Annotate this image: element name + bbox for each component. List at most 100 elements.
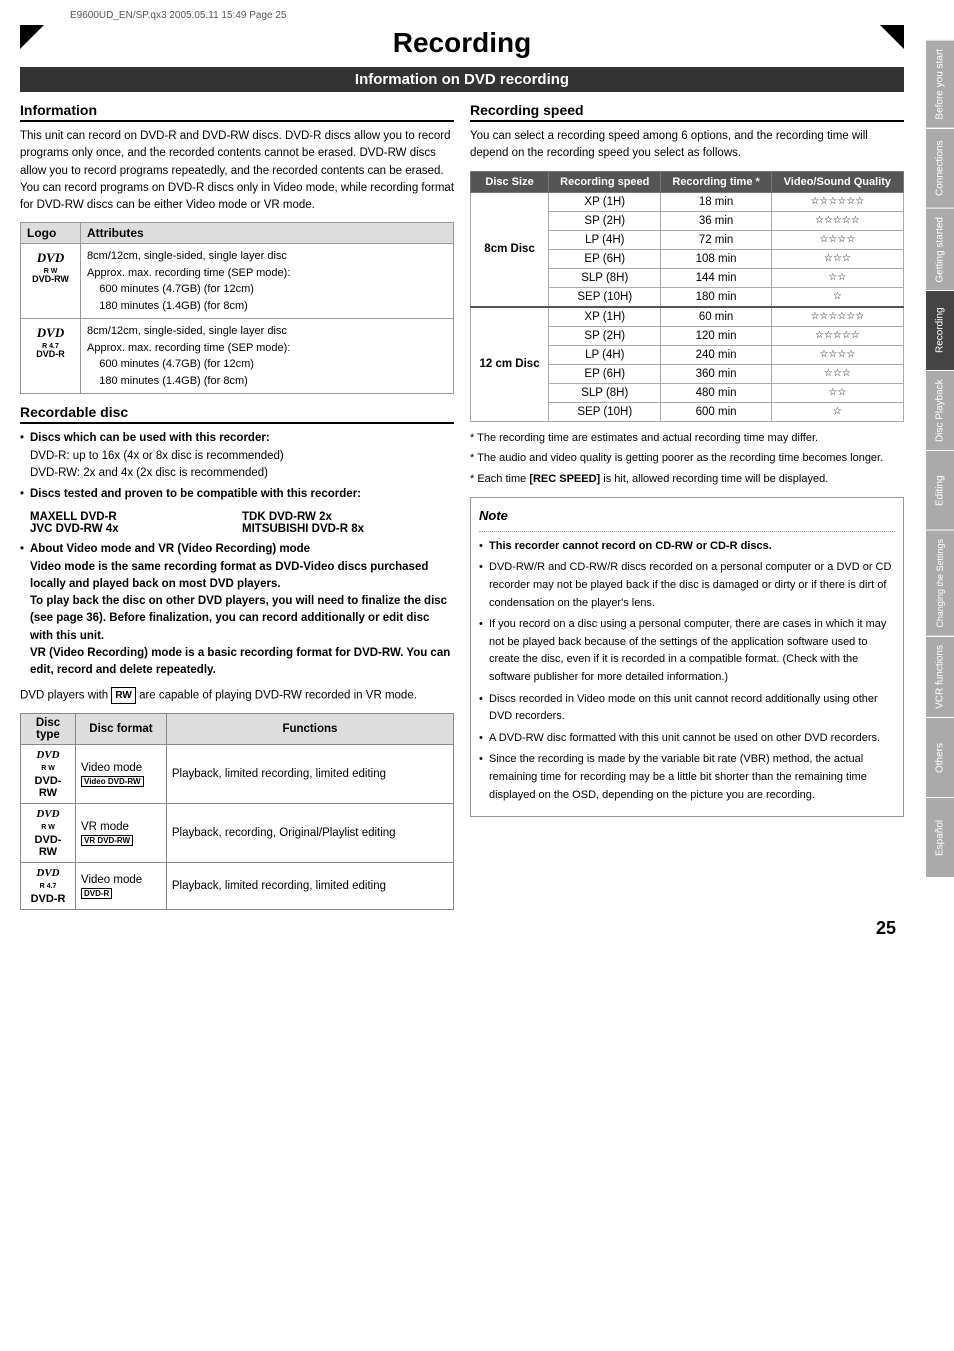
sidebar-tab-changing-settings[interactable]: Changing the Settings — [926, 530, 954, 636]
disc-row-logo-dvdr: DVD R 4.7 DVD-R — [21, 863, 76, 910]
time-lp-12cm: 240 min — [661, 345, 771, 364]
information-body: This unit can record on DVD-R and DVD-RW… — [20, 128, 454, 214]
sidebar-tab-recording[interactable]: Recording — [926, 290, 954, 370]
brand-item: TDK DVD-RW 2x — [242, 511, 454, 523]
speed-table-header-speed: Recording speed — [549, 171, 661, 192]
recording-speed-intro: You can select a recording speed among 6… — [470, 128, 904, 163]
list-item: Discs tested and proven to be compatible… — [20, 486, 454, 503]
video-dvdr-badge: DVD-R — [81, 888, 112, 899]
quality-lp-8cm: ☆☆☆☆ — [771, 230, 903, 249]
speed-table-header-size: Disc Size — [471, 171, 549, 192]
quality-ep-12cm: ☆☆☆ — [771, 364, 903, 383]
dvdr-logo-cell: DVD R 4.7 DVD-R — [21, 319, 81, 394]
note-list: This recorder cannot record on CD-RW or … — [479, 538, 895, 804]
dvdrw-logo-cell: DVD R W DVD-RW — [21, 244, 81, 319]
dvdr-logo: DVD R 4.7 DVD-R — [36, 323, 65, 361]
sidebar-tab-vcr-functions[interactable]: VCR functions — [926, 636, 954, 717]
rw-badge: RW — [111, 687, 135, 704]
note-item: If you record on a disc using a personal… — [479, 616, 895, 686]
logo-table: Logo Attributes DVD R W DVD-RW — [20, 222, 454, 394]
speed-sp-12cm: SP (2H) — [549, 326, 661, 345]
sidebar-tab-disc-playback[interactable]: Disc Playback — [926, 370, 954, 450]
note-item: This recorder cannot record on CD-RW or … — [479, 538, 895, 556]
quality-xp-12cm: ☆☆☆☆☆☆ — [771, 307, 903, 327]
speed-table-header-quality: Video/Sound Quality — [771, 171, 903, 192]
quality-sp-12cm: ☆☆☆☆☆ — [771, 326, 903, 345]
disc-table-header-functions: Functions — [166, 714, 453, 745]
footnote-2: * The audio and video quality is getting… — [470, 450, 904, 467]
disc-type-table: Disc type Disc format Functions DVD R W — [20, 713, 454, 910]
time-lp-8cm: 72 min — [661, 230, 771, 249]
time-sp-12cm: 120 min — [661, 326, 771, 345]
disc-row-format-video: Video mode Video DVD-RW — [76, 745, 167, 804]
left-column: Information This unit can record on DVD-… — [20, 102, 454, 910]
sidebar-tab-connections[interactable]: Connections — [926, 128, 954, 208]
page-number: 25 — [20, 918, 896, 939]
video-dvdrw-badge: Video DVD-RW — [81, 776, 144, 787]
time-ep-8cm: 108 min — [661, 249, 771, 268]
sidebar-tab-others[interactable]: Others — [926, 717, 954, 797]
speed-sep-12cm: SEP (10H) — [549, 402, 661, 421]
list-item: Discs which can be used with this record… — [20, 430, 454, 482]
disc-row-format-vr: VR mode VR DVD-RW — [76, 804, 167, 863]
sidebar-tab-editing[interactable]: Editing — [926, 450, 954, 530]
note-item: Discs recorded in Video mode on this uni… — [479, 691, 895, 726]
speed-xp-12cm: XP (1H) — [549, 307, 661, 327]
speed-ep-8cm: EP (6H) — [549, 249, 661, 268]
logo-table-header-logo: Logo — [21, 223, 81, 244]
disc-row-logo-dvdrw1: DVD R W DVD-RW — [21, 745, 76, 804]
time-slp-8cm: 144 min — [661, 268, 771, 287]
brand-item: MAXELL DVD-R — [30, 511, 242, 523]
quality-ep-8cm: ☆☆☆ — [771, 249, 903, 268]
recordable-disc-list: Discs which can be used with this record… — [20, 430, 454, 503]
speed-xp-8cm: XP (1H) — [549, 192, 661, 211]
disc-row-logo-dvdrw2: DVD R W DVD-RW — [21, 804, 76, 863]
rw-capable-text: DVD players with RW are capable of playi… — [20, 687, 454, 705]
note-box: Note This recorder cannot record on CD-R… — [470, 497, 904, 817]
section-header: Information on DVD recording — [20, 67, 904, 92]
speed-ep-12cm: EP (6H) — [549, 364, 661, 383]
quality-slp-8cm: ☆☆ — [771, 268, 903, 287]
disc-row-functions-1: Playback, limited recording, limited edi… — [166, 745, 453, 804]
dvdr-attrs: 8cm/12cm, single-sided, single layer dis… — [81, 319, 454, 394]
time-ep-12cm: 360 min — [661, 364, 771, 383]
table-row: DVD R W DVD-RW Video mode Video DVD-RW P… — [21, 745, 454, 804]
speed-table: Disc Size Recording speed Recording time… — [470, 171, 904, 422]
recordable-disc-title: Recordable disc — [20, 404, 454, 424]
disc-table-header-type: Disc type — [21, 714, 76, 745]
time-xp-12cm: 60 min — [661, 307, 771, 327]
page-title: Recording — [393, 27, 531, 58]
sidebar-tab-before-you-start[interactable]: Before you start — [926, 40, 954, 128]
time-sep-12cm: 600 min — [661, 402, 771, 421]
dvdrw-attrs: 8cm/12cm, single-sided, single layer dis… — [81, 244, 454, 319]
note-title: Note — [479, 506, 895, 527]
table-row: 8cm Disc XP (1H) 18 min ☆☆☆☆☆☆ — [471, 192, 904, 211]
right-sidebar: Before you start Connections Getting sta… — [926, 40, 954, 877]
quality-sep-12cm: ☆ — [771, 402, 903, 421]
time-sp-8cm: 36 min — [661, 211, 771, 230]
vr-dvdrw-badge: VR DVD-RW — [81, 835, 133, 846]
quality-lp-12cm: ☆☆☆☆ — [771, 345, 903, 364]
brand-grid: MAXELL DVD-R TDK DVD-RW 2x JVC DVD-RW 4x… — [20, 511, 454, 535]
table-row: 12 cm Disc XP (1H) 60 min ☆☆☆☆☆☆ — [471, 307, 904, 327]
time-sep-8cm: 180 min — [661, 287, 771, 307]
sidebar-tab-espanol[interactable]: Español — [926, 797, 954, 877]
speed-lp-8cm: LP (4H) — [549, 230, 661, 249]
note-item: Since the recording is made by the varia… — [479, 751, 895, 804]
quality-sp-8cm: ☆☆☆☆☆ — [771, 211, 903, 230]
footnote-1: * The recording time are estimates and a… — [470, 430, 904, 447]
speed-sp-8cm: SP (2H) — [549, 211, 661, 230]
time-slp-12cm: 480 min — [661, 383, 771, 402]
vr-note-list: About Video mode and VR (Video Recording… — [20, 541, 454, 679]
table-row: DVD R 4.7 DVD-R Video mode DVD-R Playbac… — [21, 863, 454, 910]
disc-row-functions-2: Playback, recording, Original/Playlist e… — [166, 804, 453, 863]
list-item: About Video mode and VR (Video Recording… — [20, 541, 454, 679]
speed-table-header-time: Recording time * — [661, 171, 771, 192]
table-row: DVD R W DVD-RW 8cm/12cm, single-sided, s… — [21, 244, 454, 319]
sidebar-tab-getting-started[interactable]: Getting started — [926, 208, 954, 291]
footnote-3: * Each time [REC SPEED] is hit, allowed … — [470, 471, 904, 488]
quality-xp-8cm: ☆☆☆☆☆☆ — [771, 192, 903, 211]
recording-speed-title: Recording speed — [470, 102, 904, 122]
speed-sep-8cm: SEP (10H) — [549, 287, 661, 307]
disc-size-12cm: 12 cm Disc — [471, 307, 549, 422]
